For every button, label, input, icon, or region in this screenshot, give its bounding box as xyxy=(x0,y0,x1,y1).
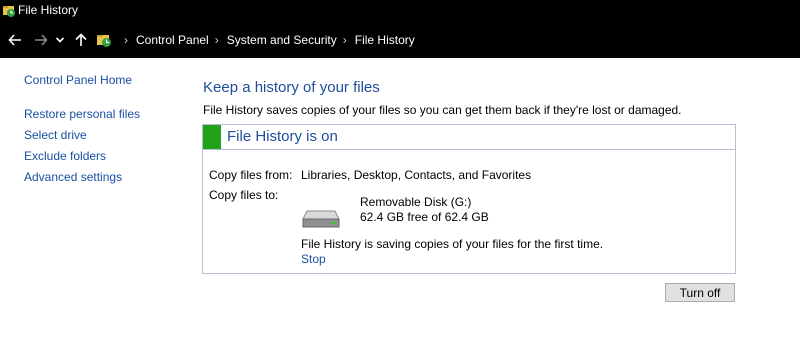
turn-off-button[interactable]: Turn off xyxy=(665,283,735,302)
breadcrumb-control-panel[interactable]: Control Panel xyxy=(136,33,209,47)
breadcrumb-separator: › xyxy=(214,33,219,47)
status-indicator xyxy=(203,125,221,149)
up-arrow-icon xyxy=(75,33,87,46)
breadcrumb-separator: › xyxy=(342,33,347,47)
status-panel: File History is on Copy files from: Libr… xyxy=(202,124,736,274)
copy-to-label: Copy files to: xyxy=(209,188,279,202)
sidebar-item-select-drive[interactable]: Select drive xyxy=(24,128,87,142)
breadcrumb-file-history[interactable]: File History xyxy=(355,33,415,47)
file-history-icon xyxy=(97,35,111,47)
breadcrumb-separator: › xyxy=(124,33,128,47)
recent-locations-button[interactable] xyxy=(54,30,66,50)
chevron-down-icon xyxy=(55,37,65,43)
copy-from-label: Copy files from: xyxy=(209,168,293,182)
sidebar-item-exclude-folders[interactable]: Exclude folders xyxy=(24,149,106,163)
title-bar: File History xyxy=(0,0,800,22)
file-history-icon xyxy=(3,6,15,17)
up-button[interactable] xyxy=(72,30,90,50)
window-title: File History xyxy=(18,3,79,17)
back-arrow-icon xyxy=(8,34,21,46)
forward-button[interactable] xyxy=(32,30,50,50)
copy-from-value: Libraries, Desktop, Contacts, and Favori… xyxy=(301,168,532,182)
status-header: File History is on xyxy=(203,125,735,150)
breadcrumb-system-and-security[interactable]: System and Security xyxy=(227,33,337,47)
progress-message: File History is saving copies of your fi… xyxy=(301,237,604,251)
forward-arrow-icon xyxy=(35,34,48,46)
page-description: File History saves copies of your files … xyxy=(203,103,682,117)
status-title: File History is on xyxy=(227,128,338,145)
sidebar-item-restore-personal-files[interactable]: Restore personal files xyxy=(24,107,140,121)
drive-free-space: 62.4 GB free of 62.4 GB xyxy=(360,210,489,224)
sidebar-item-control-panel-home[interactable]: Control Panel Home xyxy=(24,73,132,87)
address-bar: › Control Panel › System and Security › … xyxy=(0,22,800,58)
stop-link[interactable]: Stop xyxy=(301,252,326,266)
drive-name: Removable Disk (G:) xyxy=(360,195,472,209)
back-button[interactable] xyxy=(6,30,24,50)
page-title: Keep a history of your files xyxy=(203,79,380,96)
breadcrumb: › Control Panel › System and Security › … xyxy=(96,22,415,58)
removable-drive-icon xyxy=(302,210,340,228)
sidebar-item-advanced-settings[interactable]: Advanced settings xyxy=(24,170,122,184)
